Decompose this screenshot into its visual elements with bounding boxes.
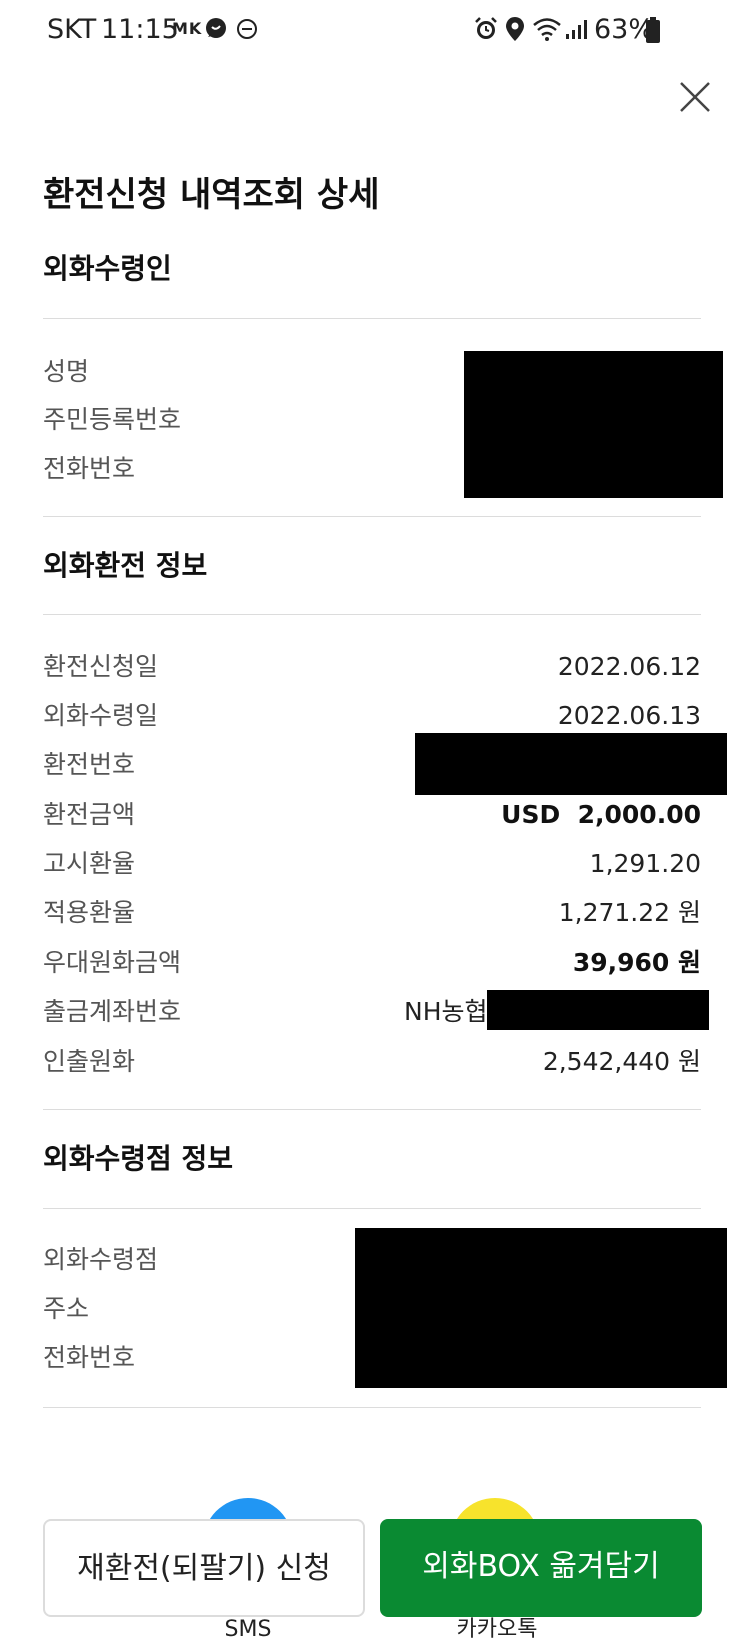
posted-rate-label: 고시환율 <box>43 849 136 878</box>
chat-bubble-icon <box>206 18 226 38</box>
withdrawn-krw-value: 2,542,440 원 <box>542 1047 701 1076</box>
redacted-exchange-number <box>415 733 727 795</box>
applied-rate-label: 적용환율 <box>43 898 136 927</box>
clock: 11:15 <box>101 14 179 45</box>
exchange-section-heading: 외화환전 정보 <box>43 549 208 582</box>
recipient-name-label: 성명 <box>43 357 90 386</box>
exchange-number-label: 환전번호 <box>43 750 136 779</box>
branch-phone-label: 전화번호 <box>43 1343 136 1372</box>
exchange-request-date-label: 환전신청일 <box>43 652 159 681</box>
redacted-branch-info <box>355 1228 727 1388</box>
receipt-date-value: 2022.06.13 <box>557 701 701 730</box>
carrier-label: SKT <box>47 14 97 45</box>
divider <box>43 1109 701 1110</box>
preferential-amount-value: 39,960 원 <box>572 948 701 977</box>
battery-percent: 63% <box>594 14 655 45</box>
exchange-amount-value: USD 2,000.00 <box>501 800 701 829</box>
divider <box>43 1407 701 1408</box>
move-to-fx-box-button[interactable]: 외화BOX 옮겨담기 <box>380 1519 702 1617</box>
alarm-icon <box>475 17 497 39</box>
redacted-recipient-info <box>464 351 723 498</box>
branch-address-label: 주소 <box>43 1294 90 1323</box>
receipt-date-label: 외화수령일 <box>43 701 159 730</box>
wifi-icon <box>533 18 561 41</box>
redacted-account-number <box>487 990 709 1030</box>
divider <box>43 1208 701 1209</box>
exchange-amount-label: 환전금액 <box>43 800 136 829</box>
divider <box>43 614 701 615</box>
branch-section-heading: 외화수령점 정보 <box>43 1142 234 1175</box>
close-icon[interactable] <box>678 80 712 114</box>
recipient-id-label: 주민등록번호 <box>43 405 182 434</box>
recipient-section-heading: 외화수령인 <box>43 252 172 285</box>
kakaotalk-share-label: 카카오톡 <box>456 1617 538 1642</box>
sms-share-label: SMS <box>224 1617 272 1642</box>
applied-rate-value: 1,271.22 원 <box>558 898 701 927</box>
withdrawn-krw-label: 인출원화 <box>43 1047 136 1076</box>
battery-icon <box>646 17 660 43</box>
do-not-disturb-icon <box>237 19 257 39</box>
page-title: 환전신청 내역조회 상세 <box>43 175 380 215</box>
posted-rate-value: 1,291.20 <box>589 849 701 878</box>
reexchange-request-button[interactable]: 재환전(되팔기) 신청 <box>43 1519 365 1617</box>
recipient-phone-label: 전화번호 <box>43 454 136 483</box>
divider <box>43 318 701 319</box>
withdrawal-account-bank: NH농협 <box>404 997 488 1026</box>
divider <box>43 516 701 517</box>
exchange-request-date-value: 2022.06.12 <box>557 652 701 681</box>
signal-icon <box>566 20 587 39</box>
status-bar: SKT 11:15 MK 63% <box>0 0 743 60</box>
mk-notification-icon: MK <box>172 19 203 38</box>
withdrawal-account-label: 출금계좌번호 <box>43 997 182 1026</box>
preferential-amount-label: 우대원화금액 <box>43 948 182 977</box>
location-icon <box>506 17 524 41</box>
branch-name-label: 외화수령점 <box>43 1245 159 1274</box>
